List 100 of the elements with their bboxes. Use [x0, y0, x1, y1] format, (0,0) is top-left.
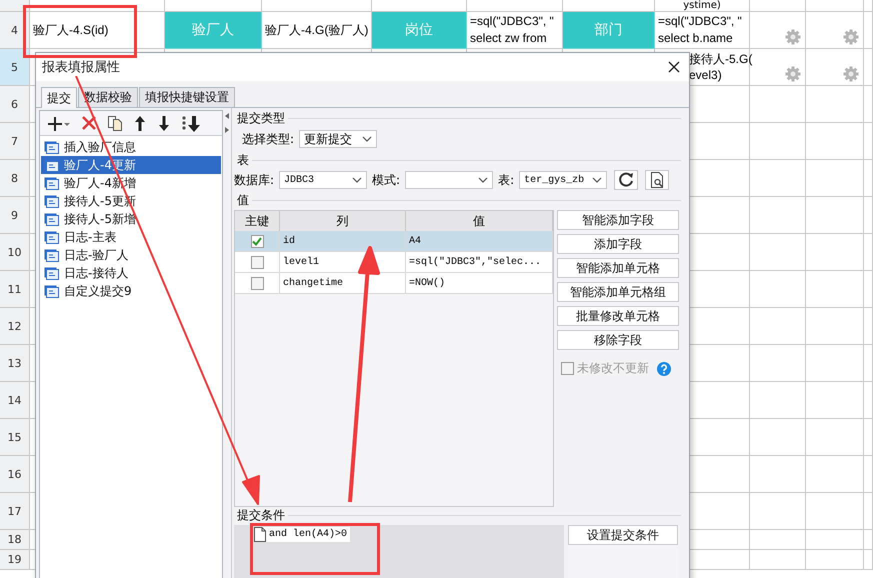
- gear-icon: [785, 66, 801, 82]
- table-cell: [806, 234, 864, 271]
- table-cell: [864, 550, 873, 570]
- chevron-down-icon: [592, 177, 602, 183]
- table-cell: [806, 493, 864, 530]
- document-icon: [44, 248, 59, 262]
- action-button[interactable]: 智能添加单元格组: [557, 282, 679, 302]
- dropdown[interactable]: ter_gys_zb: [519, 171, 608, 189]
- checkbox[interactable]: [250, 256, 264, 268]
- table-cell: [750, 493, 806, 530]
- table-row[interactable]: changetime =NOW(): [235, 273, 553, 294]
- collapse-icon: [224, 112, 230, 134]
- table-cell: [806, 123, 864, 160]
- condition-item[interactable]: and len(A4)>0: [254, 527, 350, 542]
- row-header: [0, 0, 30, 12]
- table-cell: [750, 160, 806, 197]
- table-cell: [806, 271, 864, 308]
- table-cell: [750, 382, 806, 419]
- row-number: 10: [0, 234, 30, 271]
- table-cell: [750, 271, 806, 308]
- row-number: 4: [0, 12, 30, 49]
- action-button[interactable]: 设置提交条件: [568, 525, 678, 545]
- dropdown[interactable]: JDBC3: [279, 171, 368, 189]
- action-button[interactable]: 智能添加字段: [557, 210, 679, 230]
- document-icon: [44, 212, 59, 226]
- row-number: 11: [0, 271, 30, 308]
- delete-icon: [81, 114, 97, 132]
- action-button[interactable]: 智能添加单元格: [557, 258, 679, 278]
- toolbar-button[interactable]: [45, 114, 73, 132]
- section-label: 表: [236, 152, 250, 168]
- document-icon: [44, 230, 59, 244]
- row-number: 16: [0, 456, 30, 493]
- action-button[interactable]: 批量修改单元格: [557, 306, 679, 326]
- table-cell: [864, 86, 873, 123]
- list-item[interactable]: 自定义提交9: [41, 282, 221, 300]
- field-label: 选择类型:: [242, 130, 294, 148]
- row-number: 6: [0, 86, 30, 123]
- tab[interactable]: 填报快捷键设置: [139, 87, 235, 107]
- table-cell: [750, 456, 806, 493]
- copy-icon: [107, 114, 123, 132]
- table-cell: [806, 197, 864, 234]
- document-search-icon: [649, 172, 666, 188]
- list-item[interactable]: 日志-验厂人: [41, 246, 221, 264]
- table-cell: [750, 123, 806, 160]
- checkbox[interactable]: [250, 234, 264, 248]
- field-label: 表:: [498, 172, 514, 188]
- table-row[interactable]: id A4: [235, 231, 553, 252]
- list-item[interactable]: 日志-接待人: [41, 264, 221, 282]
- table-cell: [864, 234, 873, 271]
- close-icon: [668, 61, 680, 73]
- row-number: 17: [0, 493, 30, 530]
- document-icon: [44, 266, 59, 280]
- preview-button[interactable]: [645, 170, 670, 190]
- table-cell: [750, 530, 806, 550]
- table-cell: =sql("JDBC3", " select b.name: [655, 12, 750, 49]
- list-item[interactable]: 日志-主表: [41, 228, 221, 246]
- table-cell: [864, 160, 873, 197]
- table-cell: [750, 234, 806, 271]
- header-cell: 部门: [563, 12, 655, 49]
- table-cell: [750, 550, 806, 570]
- refresh-button[interactable]: [614, 170, 638, 190]
- table-cell: [806, 550, 864, 570]
- header-cell: 验厂人: [165, 12, 262, 49]
- row-number: 19: [0, 550, 30, 570]
- move-bottom-icon: [181, 114, 201, 132]
- refresh-icon: [618, 172, 634, 188]
- table-cell: [864, 419, 873, 456]
- section-label: 提交条件: [236, 506, 286, 524]
- row-number: 18: [0, 530, 30, 550]
- row-number: 14: [0, 382, 30, 419]
- gear-icon: [785, 29, 801, 45]
- table-cell: [750, 197, 806, 234]
- table-cell: [750, 345, 806, 382]
- table-cell: [864, 308, 873, 345]
- table-cell: [806, 160, 864, 197]
- table-row[interactable]: level1 =sql("JDBC3","selec...: [235, 252, 553, 273]
- table-cell: [864, 382, 873, 419]
- toolbar-button[interactable]: [105, 114, 125, 132]
- table-cell: [806, 308, 864, 345]
- row-number: 8: [0, 160, 30, 197]
- add-icon: [47, 114, 71, 132]
- document-icon: [44, 158, 59, 172]
- table-cell: [864, 456, 873, 493]
- section-label: 值: [236, 192, 250, 208]
- table-cell: [864, 493, 873, 530]
- header-cell: 岗位: [372, 12, 467, 49]
- table-cell: [806, 419, 864, 456]
- checkbox[interactable]: [250, 276, 264, 290]
- action-button[interactable]: 添加字段: [557, 234, 679, 254]
- table-cell: [750, 308, 806, 345]
- chevron-down-icon: [352, 177, 362, 183]
- window-title: 报表填报属性: [42, 59, 120, 76]
- table-cell: [864, 271, 873, 308]
- document-icon: [44, 284, 59, 298]
- dropdown[interactable]: 更新提交: [299, 130, 378, 148]
- table-cell: [864, 530, 873, 550]
- action-button[interactable]: 移除字段: [557, 330, 679, 350]
- tab[interactable]: 提交: [41, 87, 77, 108]
- row-number: 12: [0, 308, 30, 345]
- document-icon: [254, 527, 266, 542]
